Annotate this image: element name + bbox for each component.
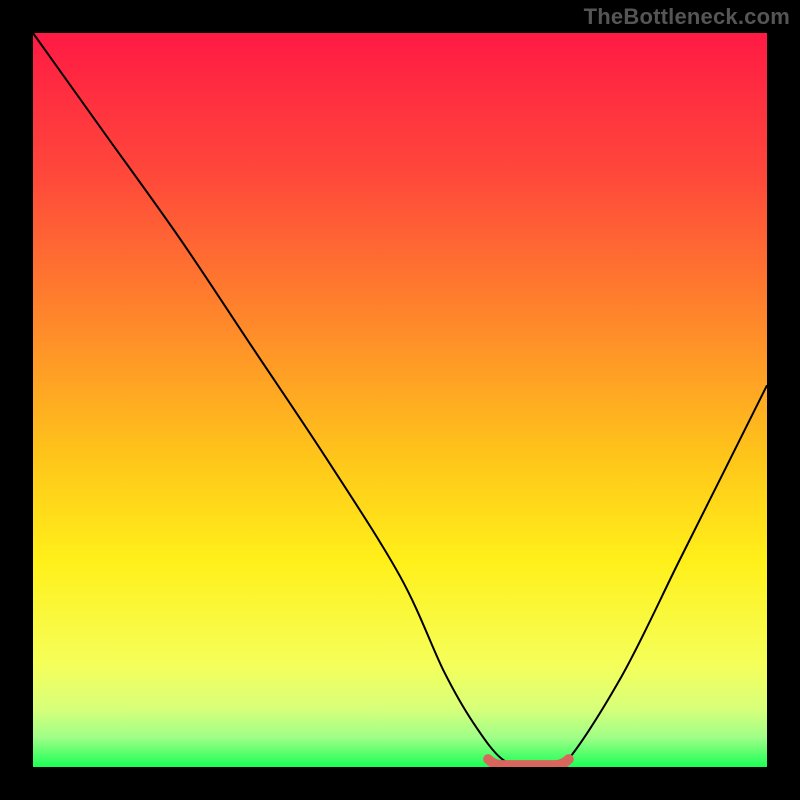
plot-area <box>33 33 767 767</box>
plot-svg <box>33 33 767 767</box>
chart-frame: TheBottleneck.com <box>0 0 800 800</box>
watermark-text: TheBottleneck.com <box>584 4 790 30</box>
gradient-rect <box>33 33 767 767</box>
